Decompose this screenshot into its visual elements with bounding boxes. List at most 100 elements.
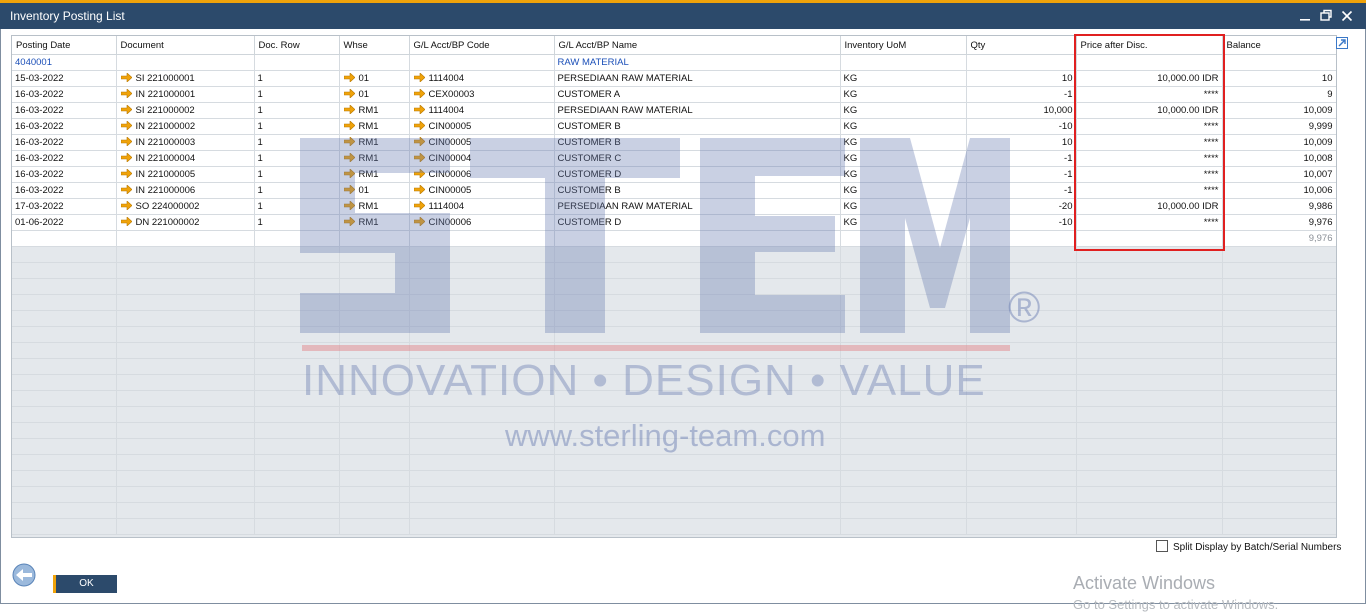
- document-cell[interactable]: SI 221000002: [116, 102, 255, 119]
- link-arrow-icon[interactable]: [343, 169, 355, 178]
- gl-bp-code-cell[interactable]: CIN00005: [409, 134, 555, 151]
- link-arrow-icon[interactable]: [120, 105, 132, 114]
- qty-cell[interactable]: -10: [966, 118, 1077, 135]
- col-header-posting-date[interactable]: Posting Date: [12, 36, 117, 55]
- link-arrow-icon[interactable]: [120, 169, 132, 178]
- link-arrow-icon[interactable]: [120, 201, 132, 210]
- posting-date-cell[interactable]: 15-03-2022: [12, 70, 117, 87]
- link-arrow-icon[interactable]: [343, 89, 355, 98]
- balance-cell[interactable]: 10: [1222, 70, 1336, 87]
- inventory-posting-grid[interactable]: Posting Date Document Doc. Row Whse G/L …: [11, 35, 1337, 538]
- link-arrow-icon[interactable]: [120, 73, 132, 82]
- whse-cell[interactable]: RM1: [339, 150, 410, 167]
- doc-row-cell[interactable]: 1: [254, 198, 340, 215]
- price-cell[interactable]: ****: [1076, 118, 1223, 135]
- qty-cell[interactable]: -1: [966, 166, 1077, 183]
- link-arrow-icon[interactable]: [343, 217, 355, 226]
- whse-cell[interactable]: 01: [339, 86, 410, 103]
- ok-button[interactable]: OK: [53, 575, 117, 593]
- col-header-document[interactable]: Document: [116, 36, 255, 55]
- uom-cell[interactable]: KG: [840, 134, 967, 151]
- col-header-qty[interactable]: Qty: [966, 36, 1077, 55]
- qty-cell[interactable]: -10: [966, 214, 1077, 231]
- whse-cell[interactable]: 01: [339, 182, 410, 199]
- link-arrow-icon[interactable]: [120, 185, 132, 194]
- uom-cell[interactable]: KG: [840, 214, 967, 231]
- balance-cell[interactable]: 10,009: [1222, 134, 1336, 151]
- gl-bp-code-cell[interactable]: CEX00003: [409, 86, 555, 103]
- document-cell[interactable]: IN 221000002: [116, 118, 255, 135]
- table-row[interactable]: 16-03-2022 IN 221000006 1 01 CIN00005 CUSTOME…: [12, 182, 1336, 199]
- table-row[interactable]: 16-03-2022 IN 221000003 1 RM1 CIN00005 CUSTOM…: [12, 134, 1336, 151]
- restore-button[interactable]: [1317, 7, 1335, 25]
- table-row[interactable]: 16-03-2022 IN 221000001 1 01 CEX00003 CUSTOME…: [12, 86, 1336, 103]
- uom-cell[interactable]: KG: [840, 166, 967, 183]
- link-arrow-icon[interactable]: [413, 89, 425, 98]
- doc-row-cell[interactable]: 1: [254, 70, 340, 87]
- table-row[interactable]: 01-06-2022 DN 221000002 1 RM1 CIN00006 CUSTOM…: [12, 214, 1336, 231]
- document-cell[interactable]: DN 221000002: [116, 214, 255, 231]
- col-header-gl-bp-code[interactable]: G/L Acct/BP Code: [409, 36, 555, 55]
- link-arrow-icon[interactable]: [413, 105, 425, 114]
- col-header-price-after-disc[interactable]: Price after Disc.: [1076, 36, 1223, 55]
- gl-bp-name-cell[interactable]: CUSTOMER B: [554, 182, 841, 199]
- link-arrow-icon[interactable]: [413, 153, 425, 162]
- document-cell[interactable]: IN 221000006: [116, 182, 255, 199]
- whse-cell[interactable]: 01: [339, 70, 410, 87]
- price-cell[interactable]: 10,000.00 IDR: [1076, 198, 1223, 215]
- doc-row-cell[interactable]: 1: [254, 182, 340, 199]
- group-row[interactable]: 4040001 RAW MATERIAL: [12, 54, 1336, 71]
- link-arrow-icon[interactable]: [413, 185, 425, 194]
- uom-cell[interactable]: KG: [840, 102, 967, 119]
- link-arrow-icon[interactable]: [343, 153, 355, 162]
- whse-cell[interactable]: RM1: [339, 166, 410, 183]
- qty-cell[interactable]: -1: [966, 182, 1077, 199]
- link-arrow-icon[interactable]: [413, 73, 425, 82]
- gl-bp-name-cell[interactable]: PERSEDIAAN RAW MATERIAL: [554, 70, 841, 87]
- posting-date-cell[interactable]: 16-03-2022: [12, 134, 117, 151]
- price-cell[interactable]: 10,000.00 IDR: [1076, 102, 1223, 119]
- posting-date-cell[interactable]: 16-03-2022: [12, 166, 117, 183]
- doc-row-cell[interactable]: 1: [254, 102, 340, 119]
- link-arrow-icon[interactable]: [343, 73, 355, 82]
- price-cell[interactable]: ****: [1076, 134, 1223, 151]
- balance-cell[interactable]: 10,006: [1222, 182, 1336, 199]
- gl-bp-code-cell[interactable]: 1114004: [409, 70, 555, 87]
- gl-bp-code-cell[interactable]: CIN00005: [409, 118, 555, 135]
- uom-cell[interactable]: KG: [840, 150, 967, 167]
- price-cell[interactable]: ****: [1076, 182, 1223, 199]
- doc-row-cell[interactable]: 1: [254, 166, 340, 183]
- price-cell[interactable]: ****: [1076, 214, 1223, 231]
- document-cell[interactable]: IN 221000005: [116, 166, 255, 183]
- gl-bp-name-cell[interactable]: PERSEDIAAN RAW MATERIAL: [554, 198, 841, 215]
- qty-cell[interactable]: 10: [966, 70, 1077, 87]
- link-arrow-icon[interactable]: [343, 137, 355, 146]
- gl-bp-name-cell[interactable]: CUSTOMER C: [554, 150, 841, 167]
- whse-cell[interactable]: RM1: [339, 118, 410, 135]
- gl-bp-name-cell[interactable]: CUSTOMER A: [554, 86, 841, 103]
- link-arrow-icon[interactable]: [120, 153, 132, 162]
- gl-bp-name-cell[interactable]: CUSTOMER B: [554, 134, 841, 151]
- qty-cell[interactable]: 10: [966, 134, 1077, 151]
- qty-cell[interactable]: -1: [966, 86, 1077, 103]
- uom-cell[interactable]: KG: [840, 198, 967, 215]
- col-header-doc-row[interactable]: Doc. Row: [254, 36, 340, 55]
- document-cell[interactable]: IN 221000001: [116, 86, 255, 103]
- minimize-button[interactable]: [1296, 7, 1314, 25]
- price-cell[interactable]: ****: [1076, 86, 1223, 103]
- back-button[interactable]: [11, 563, 39, 587]
- document-cell[interactable]: IN 221000004: [116, 150, 255, 167]
- doc-row-cell[interactable]: 1: [254, 118, 340, 135]
- split-display-checkbox[interactable]: Split Display by Batch/Serial Numbers: [1156, 540, 1341, 553]
- link-arrow-icon[interactable]: [343, 185, 355, 194]
- document-cell[interactable]: SO 224000002: [116, 198, 255, 215]
- gl-bp-code-cell[interactable]: CIN00004: [409, 150, 555, 167]
- close-button[interactable]: [1338, 7, 1356, 25]
- link-arrow-icon[interactable]: [413, 121, 425, 130]
- document-cell[interactable]: IN 221000003: [116, 134, 255, 151]
- gl-bp-code-cell[interactable]: 1114004: [409, 198, 555, 215]
- doc-row-cell[interactable]: 1: [254, 214, 340, 231]
- link-arrow-icon[interactable]: [120, 121, 132, 130]
- posting-date-cell[interactable]: 16-03-2022: [12, 118, 117, 135]
- link-arrow-icon[interactable]: [413, 137, 425, 146]
